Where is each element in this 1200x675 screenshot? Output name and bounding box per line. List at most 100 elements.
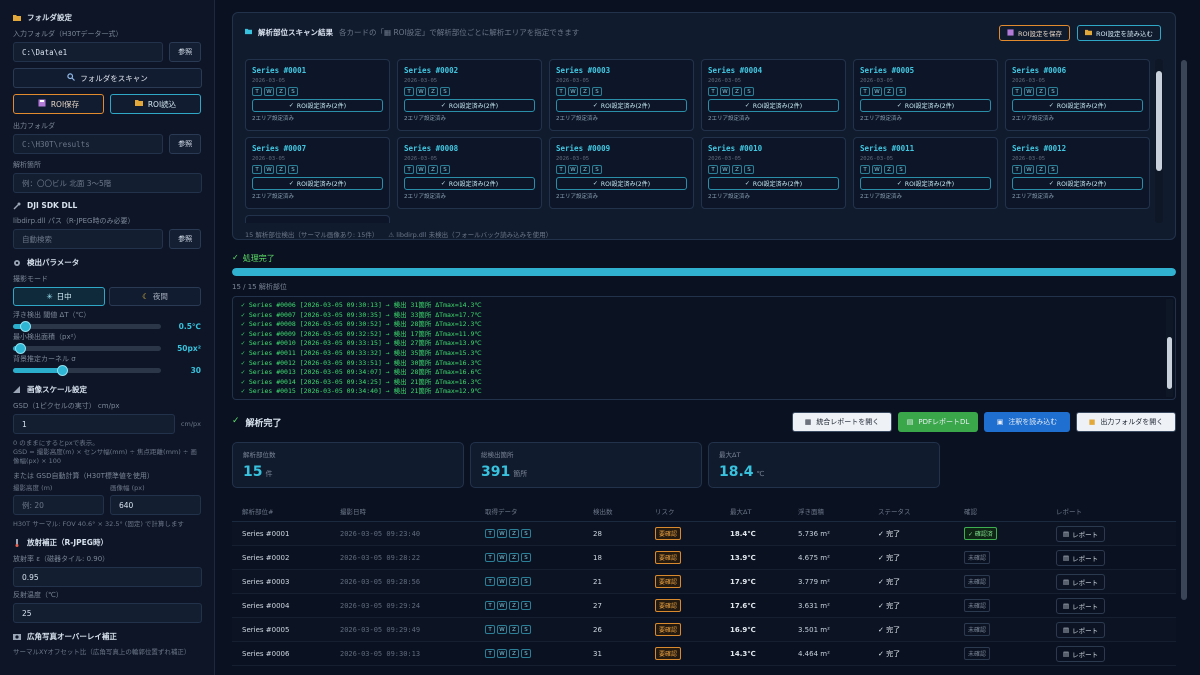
page-scrollbar[interactable] [1180,0,1188,675]
confirm-badge[interactable]: 未確認 [964,575,991,588]
series-id: Series #0001 [242,529,290,538]
roi-settings-button[interactable]: ✓ ROI設定済み(2件) [556,177,687,190]
data-chips: TWZS [1012,87,1143,96]
search-icon [67,73,76,83]
series-card[interactable]: Series #0010 2026-03-05 TWZS ✓ ROI設定済み(2件… [701,137,846,209]
threshold-slider[interactable] [13,320,161,332]
pdf-report-button[interactable]: ▤ PDFレポートDL [898,412,978,432]
mode-day-button[interactable]: ✳ 日中 [13,287,105,306]
roi-settings-button[interactable]: ✓ ROI設定済み(2件) [556,99,687,112]
roi-settings-button[interactable]: ✓ ROI設定済み(2件) [708,177,839,190]
roi-sub-text: 2エリア設定済み [860,194,902,200]
scan-folder-button[interactable]: フォルダをスキャン [13,68,202,88]
series-grid-scrollbar[interactable] [1155,59,1163,223]
dll-path-field[interactable]: 自動検索 [13,229,164,249]
mode-night-button[interactable]: ☾ 夜間 [109,287,201,306]
kernel-slider[interactable] [13,364,161,376]
log-line: ✓ Series #0011 [2026-03-05 09:33:32] → 検… [241,348,482,357]
open-report-button[interactable]: ▦ 統合レポートを開く [792,412,892,432]
series-card[interactable]: Series #0005 2026-03-05 TWZS ✓ ROI設定済み(2件… [853,59,998,131]
data-chip: W [264,165,274,174]
series-card[interactable]: Series #0002 2026-03-05 TWZS ✓ ROI設定済み(2件… [397,59,542,131]
roi-load-button[interactable]: ROI読込 [110,94,201,114]
document-icon: ▤ [1063,577,1070,586]
input-folder-browse-button[interactable]: 参照 [169,42,201,62]
series-card[interactable]: Series #0001 2026-03-05 TWZS ✓ ROI設定済み(2件… [245,59,390,131]
series-card[interactable] [245,215,390,223]
data-chip: W [568,87,578,96]
output-folder-browse-button[interactable]: 参照 [169,134,201,154]
roi-settings-button[interactable]: ✓ ROI設定済み(2件) [404,177,535,190]
kernel-value: 30 [190,365,201,375]
check-icon: ✓ [744,102,750,109]
data-chip: Z [580,87,590,96]
report-button[interactable]: ▤ レポート [1056,549,1106,566]
data-chips: TWZS [485,529,593,538]
roi-settings-button[interactable]: ✓ ROI設定済み(2件) [252,177,383,190]
roi-settings-button[interactable]: ✓ ROI設定済み(2件) [252,99,383,112]
save-roi-settings-button[interactable]: ROI設定を保存 [999,25,1071,41]
roi-save-button[interactable]: ROI保存 [13,94,104,114]
threshold-value: 0.5℃ [178,321,201,331]
gsd-unit: cm/px [180,419,201,428]
series-card[interactable]: Series #0003 2026-03-05 TWZS ✓ ROI設定済み(2件… [549,59,694,131]
max-delta-t: 16.9℃ [730,625,756,634]
reflect-field[interactable]: 25 [13,603,202,623]
report-button[interactable]: ▤ レポート [1056,645,1106,662]
dll-browse-button[interactable]: 参照 [169,229,201,249]
roi-settings-button[interactable]: ✓ ROI設定済み(2件) [708,99,839,112]
data-chips: TWZS [252,87,383,96]
roi-settings-button[interactable]: ✓ ROI設定済み(2件) [860,177,991,190]
confirm-badge[interactable]: ✓ 確認済 [964,527,997,540]
minarea-slider[interactable] [13,342,161,354]
report-button[interactable]: ▤ レポート [1056,525,1106,542]
risk-badge: 要確認 [655,599,682,612]
output-folder-field[interactable]: C:\H30T\results [13,134,164,154]
document-icon: ▤ [1063,529,1070,538]
roi-settings-button[interactable]: ✓ ROI設定済み(2件) [1012,177,1143,190]
load-roi-settings-button[interactable]: ROI設定を読み込む [1077,25,1162,41]
table-row: Series #0002 2026-03-05 09:28:22 TWZS 18… [232,546,1176,570]
roi-sub-text: 2エリア設定済み [708,116,750,122]
series-card[interactable]: Series #0007 2026-03-05 TWZS ✓ ROI設定済み(2件… [245,137,390,209]
series-card[interactable]: Series #0012 2026-03-05 TWZS ✓ ROI設定済み(2件… [1005,137,1150,209]
roi-settings-button[interactable]: ✓ ROI設定済み(2件) [860,99,991,112]
confirm-badge[interactable]: 未確認 [964,647,991,660]
folder-open-icon [1085,29,1092,38]
series-card[interactable]: Series #0004 2026-03-05 TWZS ✓ ROI設定済み(2件… [701,59,846,131]
open-output-folder-button[interactable]: ■ 出力フォルダを開く [1076,412,1176,432]
confirm-badge[interactable]: 未確認 [964,551,991,564]
main-content: 解析部位スキャン結果 各カードの「▦ ROI設定」で解析部位ごとに解析エリアを指… [232,0,1177,675]
input-folder-field[interactable]: C:\Data\e1 [13,42,164,62]
load-notes-button[interactable]: ▣ 注釈を読み込む [984,412,1070,432]
report-button[interactable]: ▤ レポート [1056,597,1106,614]
data-chip: S [288,165,298,174]
width-field[interactable]: 640 [110,495,201,515]
capture-time: 2026-03-05 09:23:40 [340,529,421,538]
max-delta-t: 18.4℃ [730,529,756,538]
detect-count: 31 [593,649,602,658]
series-card[interactable]: Series #0009 2026-03-05 TWZS ✓ ROI設定済み(2件… [549,137,694,209]
detect-count: 18 [593,553,602,562]
roi-settings-button[interactable]: ✓ ROI設定済み(2件) [404,99,535,112]
report-button[interactable]: ▤ レポート [1056,621,1106,638]
log-scrollbar[interactable] [1166,299,1173,397]
max-delta-t: 17.6℃ [730,601,756,610]
data-chip: Z [509,577,519,586]
report-button[interactable]: ▤ レポート [1056,573,1106,590]
location-field[interactable]: 例：〇〇ビル 北面 3〜5階 [13,173,202,193]
confirm-badge[interactable]: 未確認 [964,599,991,612]
series-card[interactable]: Series #0008 2026-03-05 TWZS ✓ ROI設定済み(2件… [397,137,542,209]
ruler-icon [13,385,21,394]
series-card[interactable]: Series #0011 2026-03-05 TWZS ✓ ROI設定済み(2件… [853,137,998,209]
confirm-badge[interactable]: 未確認 [964,623,991,636]
series-card[interactable]: Series #0006 2026-03-05 TWZS ✓ ROI設定済み(2件… [1005,59,1150,131]
roi-settings-button[interactable]: ✓ ROI設定済み(2件) [1012,99,1143,112]
wrench-icon [13,202,21,210]
emissivity-field[interactable]: 0.95 [13,567,202,587]
series-id: Series #0003 [242,577,290,586]
gsd-field[interactable]: 1 [13,414,175,434]
height-field[interactable]: 例: 20 [13,495,104,515]
series-date: 2026-03-05 [860,78,894,84]
fov-note: H30T サーマル: FOV 40.6° × 32.5° (固定) で計算します [13,520,184,528]
